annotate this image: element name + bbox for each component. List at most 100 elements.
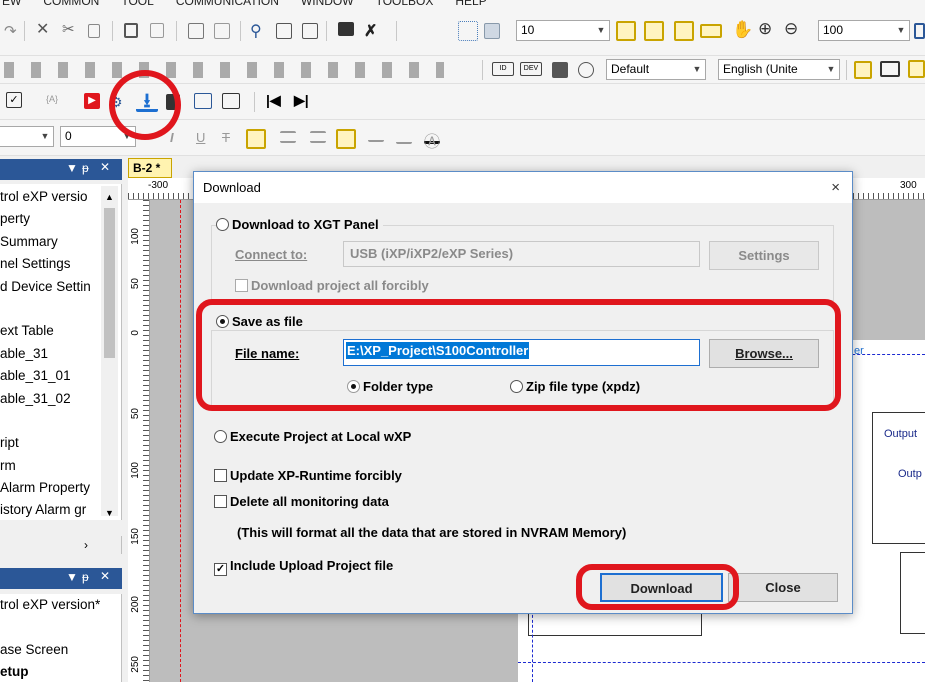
checkbox-icon [214, 495, 227, 508]
grid-icon[interactable] [458, 21, 478, 41]
close-icon[interactable]: ✕ [100, 569, 110, 583]
include-upload-checkbox[interactable]: ✓ Include Upload Project file [214, 558, 393, 576]
connect-field: USB (iXP/iXP2/eXP Series) [343, 241, 700, 267]
id-icon[interactable]: ID [492, 62, 514, 76]
align2-icon[interactable] [644, 21, 664, 41]
zoom-select[interactable]: 100 ▼ [818, 20, 910, 41]
align-center-icon[interactable] [280, 131, 296, 143]
tree-item[interactable] [0, 616, 121, 638]
settings-button[interactable]: Settings [709, 241, 819, 270]
line-width-value: 0 [65, 129, 72, 143]
scroll-down-icon[interactable]: ▼ [101, 502, 118, 520]
group-icon[interactable] [188, 23, 204, 39]
delete-monitoring-checkbox[interactable]: Delete all monitoring data [214, 494, 389, 509]
menu-view[interactable]: EW [2, 0, 21, 10]
scroll-up-icon[interactable]: ▲ [101, 186, 118, 208]
align-right-icon[interactable] [310, 131, 326, 143]
cut-icon[interactable]: ✂ [62, 22, 78, 38]
close-icon[interactable]: ✕ [100, 160, 110, 174]
menu-common[interactable]: COMMON [43, 0, 99, 10]
strikethrough-icon[interactable]: T [222, 130, 238, 146]
delete-icon[interactable]: ✕ [36, 22, 52, 38]
tree-item[interactable]: ase Screen [0, 639, 121, 661]
vertical-scrollbar[interactable]: ▲ ▼ [101, 186, 118, 518]
align-icon[interactable] [616, 21, 636, 41]
structure-icon[interactable] [854, 61, 872, 79]
tools2-icon[interactable] [908, 60, 925, 78]
checkbox-checked-icon: ✓ [214, 563, 227, 576]
find-icon[interactable]: ⚲ [250, 21, 266, 40]
scroll-thumb[interactable] [104, 208, 115, 358]
last-page-icon[interactable]: ▶| [294, 92, 310, 108]
italic-icon[interactable]: I [170, 130, 186, 146]
lamp-object[interactable] [900, 552, 925, 634]
window-icon[interactable] [880, 61, 900, 77]
redo-icon[interactable]: ↷ [4, 22, 20, 40]
checklist-icon[interactable]: ✓ [6, 92, 22, 108]
paste-special-icon[interactable] [150, 23, 164, 38]
align-left-icon[interactable] [246, 129, 266, 149]
style-value: Default [611, 62, 650, 76]
checkbox-icon [214, 469, 227, 482]
force-download-checkbox[interactable]: Download project all forcibly [235, 278, 429, 293]
first-page-icon[interactable]: |◀ [266, 92, 282, 108]
tree-item[interactable]: trol eXP version* [0, 594, 121, 616]
horizontal-scrollbar[interactable]: › [0, 536, 122, 554]
underline-icon[interactable]: U [196, 130, 212, 146]
hand-icon[interactable]: ✋ [732, 20, 753, 39]
minimize-icon[interactable] [700, 24, 722, 38]
vertical-ruler: 100 50 0 50 100 150 200 250 [128, 200, 150, 682]
table-icon[interactable] [276, 23, 292, 39]
language-icon[interactable] [552, 62, 568, 78]
copy-icon[interactable] [88, 24, 100, 38]
update-runtime-checkbox[interactable]: Update XP-Runtime forcibly [214, 468, 402, 483]
valign-bottom-icon[interactable] [396, 134, 412, 144]
font-select[interactable]: ▼ [0, 126, 54, 147]
style-select[interactable]: Default ▼ [606, 59, 706, 80]
language-select[interactable]: English (Unite ▼ [718, 59, 840, 80]
zoom-out-icon[interactable]: ⊖ [784, 19, 800, 38]
page-icon[interactable] [914, 23, 925, 39]
pin-icon[interactable]: ᵽ [82, 570, 89, 584]
radio-icon [214, 430, 227, 443]
canvas-label: er [854, 345, 864, 357]
menu-window[interactable]: WINDOW [301, 0, 354, 10]
layout-icon[interactable] [222, 93, 240, 109]
menu-help[interactable]: HELP [455, 0, 486, 10]
align-tools-icon[interactable] [4, 62, 444, 78]
ungroup-icon[interactable] [214, 23, 230, 39]
paste-icon[interactable] [124, 23, 138, 38]
screen-tree: trol eXP version* ase Screen etup [0, 594, 122, 682]
link-icon[interactable] [578, 62, 594, 78]
valign-middle-icon[interactable] [368, 134, 384, 142]
menu-toolbox[interactable]: TOOLBOX [376, 0, 434, 10]
radio-execute-local[interactable]: Execute Project at Local wXP [214, 429, 411, 444]
close-icon[interactable]: × [831, 172, 840, 203]
zoom-value: 100 [823, 23, 844, 37]
tree-item[interactable]: etup [0, 661, 121, 682]
run-simulator-icon[interactable]: ▶ [84, 93, 100, 109]
panel-menu-icon[interactable]: ▼ [66, 570, 78, 584]
variable-icon[interactable]: {A} [46, 94, 62, 110]
scroll-right-icon[interactable]: › [84, 538, 88, 552]
print-icon[interactable] [338, 22, 354, 36]
chevron-down-icon: ▼ [896, 25, 906, 35]
close-button[interactable]: Close [728, 573, 838, 602]
dev-icon[interactable]: DEV [520, 62, 542, 76]
font-size-value: 10 [521, 23, 535, 37]
menu-communication[interactable]: COMMUNICATION [176, 0, 279, 10]
tab-b2[interactable]: B-2 * [128, 158, 172, 178]
radio-download-panel[interactable]: Download to XGT Panel [216, 217, 383, 232]
snap-icon[interactable] [484, 23, 500, 39]
menu-tool[interactable]: TOOL [121, 0, 153, 10]
monitor-icon[interactable] [194, 93, 212, 109]
table2-icon[interactable] [302, 23, 318, 39]
zoom-in-icon[interactable]: ⊕ [758, 19, 774, 38]
font-size-select[interactable]: 10 ▼ [516, 20, 610, 41]
pin-icon[interactable]: ᵽ [82, 161, 89, 175]
valign-top-icon[interactable] [336, 129, 356, 149]
panel-menu-icon[interactable]: ▼ [66, 161, 78, 175]
tools-icon[interactable]: ✗ [364, 21, 380, 40]
grid-toggle-icon[interactable] [674, 21, 694, 41]
font-color-icon[interactable]: Ⓐ [424, 128, 440, 151]
